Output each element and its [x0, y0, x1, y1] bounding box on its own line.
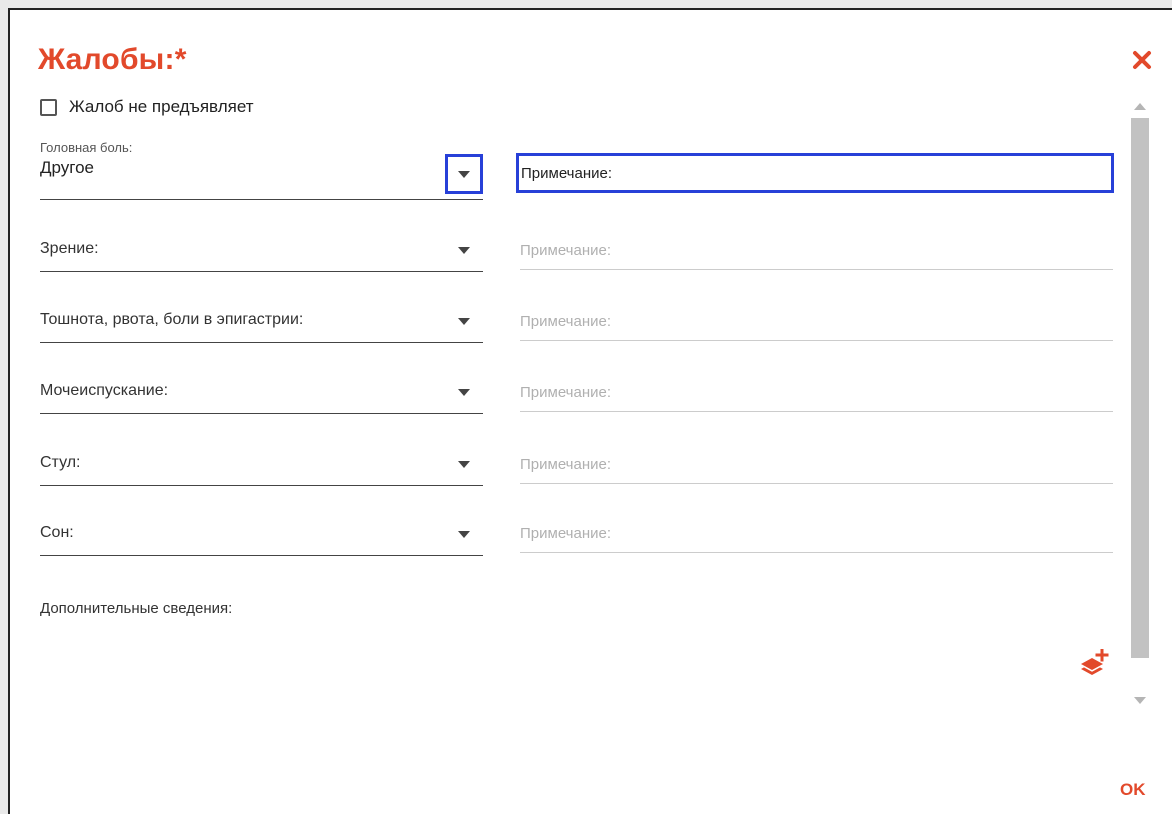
vision-label: Зрение: [40, 240, 99, 257]
stool-label: Стул: [40, 454, 81, 471]
sleep-label: Сон: [40, 524, 74, 541]
extra-info-label: Дополнительные сведения: [40, 600, 233, 617]
close-icon[interactable] [1130, 48, 1154, 72]
headache-note-input[interactable]: Примечание: [516, 153, 1114, 193]
urination-label: Мочеиспускание: [40, 382, 169, 399]
vision-select[interactable]: Зрение: [40, 228, 483, 272]
scrollbar-thumb[interactable] [1131, 118, 1149, 658]
checkbox-box[interactable] [40, 98, 57, 116]
ok-button[interactable]: OK [1120, 780, 1146, 800]
nausea-select[interactable]: Тошнота, рвота, боли в эпигастрии: [40, 299, 483, 343]
nausea-label: Тошнота, рвота, боли в эпигастрии: [40, 311, 304, 328]
scroll-up-icon[interactable] [1134, 103, 1146, 110]
chevron-down-icon [458, 530, 470, 538]
urination-note-placeholder: Примечание: [520, 384, 611, 401]
chevron-down-icon [458, 460, 470, 468]
headache-note-placeholder: Примечание: [521, 165, 612, 182]
vision-dropdown-button[interactable] [447, 232, 481, 268]
dialog-title: Жалобы:* [38, 43, 187, 76]
add-layer-icon[interactable] [1078, 649, 1110, 677]
chevron-down-icon [458, 388, 470, 396]
sleep-dropdown-button[interactable] [447, 516, 481, 552]
chevron-down-icon [458, 317, 470, 325]
headache-label: Головная боль: [40, 140, 133, 155]
headache-dropdown-button[interactable] [445, 154, 483, 194]
scrollbar[interactable] [1130, 95, 1150, 712]
chevron-down-icon [458, 170, 470, 178]
urination-note-input[interactable]: Примечание: [520, 372, 1113, 412]
nausea-note-input[interactable]: Примечание: [520, 301, 1113, 341]
urination-select[interactable]: Мочеиспускание: [40, 370, 483, 414]
urination-dropdown-button[interactable] [447, 374, 481, 410]
nausea-note-placeholder: Примечание: [520, 313, 611, 330]
sleep-note-input[interactable]: Примечание: [520, 513, 1113, 553]
vision-note-input[interactable]: Примечание: [520, 230, 1113, 270]
stool-dropdown-button[interactable] [447, 446, 481, 482]
complaints-dialog: Жалобы:* Жалоб не предъявляет Головная б… [8, 8, 1172, 814]
vision-note-placeholder: Примечание: [520, 242, 611, 259]
headache-select[interactable]: Головная боль: Другое [40, 140, 483, 200]
sleep-note-placeholder: Примечание: [520, 525, 611, 542]
stool-note-input[interactable]: Примечание: [520, 444, 1113, 484]
no-complaints-label: Жалоб не предъявляет [69, 97, 254, 116]
stool-select[interactable]: Стул: [40, 442, 483, 486]
scroll-down-icon[interactable] [1134, 697, 1146, 704]
stool-note-placeholder: Примечание: [520, 456, 611, 473]
nausea-dropdown-button[interactable] [447, 303, 481, 339]
sleep-select[interactable]: Сон: [40, 512, 483, 556]
no-complaints-checkbox[interactable]: Жалоб не предъявляет [40, 96, 254, 118]
chevron-down-icon [458, 246, 470, 254]
headache-value: Другое [40, 158, 95, 177]
